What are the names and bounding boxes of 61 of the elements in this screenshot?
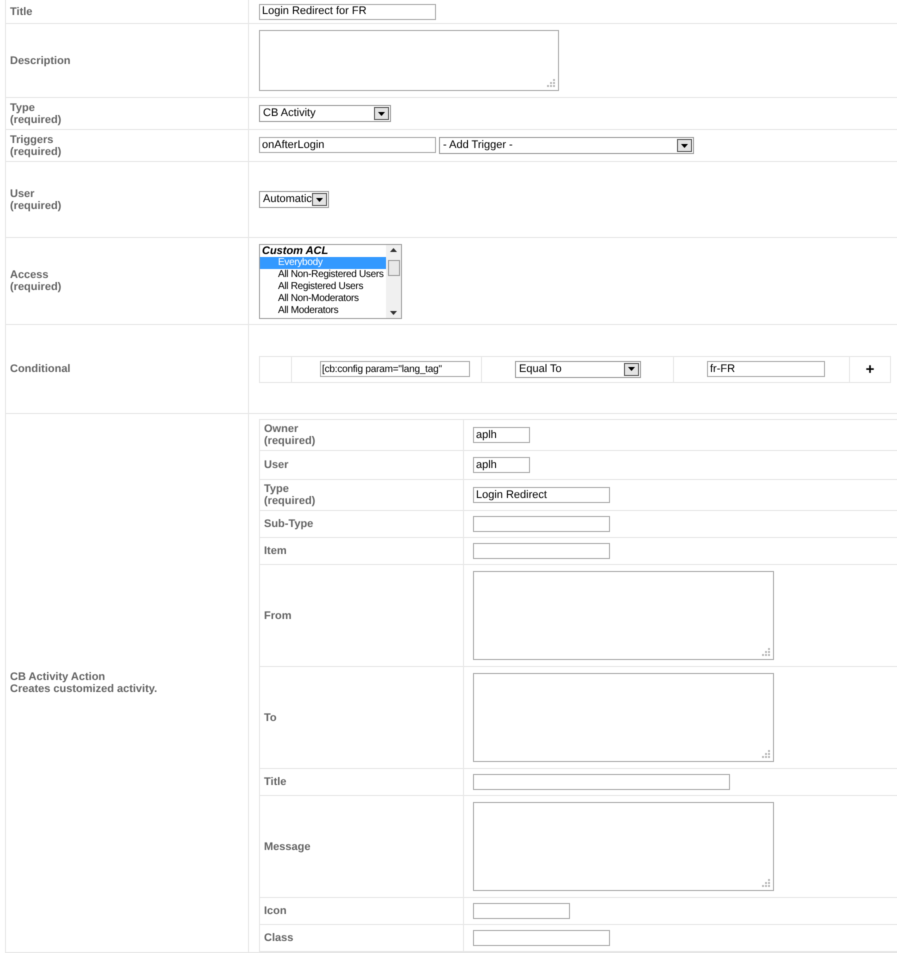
list-option[interactable]: All Registered Users — [260, 280, 386, 292]
text-field[interactable] — [473, 516, 610, 532]
list-box[interactable]: Custom ACL Everybody All Non-Registered Users All Registered Users All Non-Moderators All Moderators — [259, 244, 402, 318]
field-label: Conditional — [10, 363, 70, 375]
field-note: (required) — [264, 495, 316, 507]
scrollbar[interactable] — [386, 244, 401, 318]
resize-grip-icon — [762, 750, 771, 759]
field-label: Title — [264, 776, 286, 788]
text-area[interactable] — [473, 673, 774, 762]
text-field[interactable]: [cb:config param="lang_tag" — [320, 361, 470, 377]
add-condition-button[interactable]: + — [866, 362, 874, 376]
field-note: (required) — [10, 114, 62, 126]
field-note: (required) — [10, 200, 62, 212]
scroll-down-icon[interactable] — [390, 310, 397, 314]
list-group-heading: Custom ACL — [261, 244, 330, 256]
text-area[interactable] — [473, 802, 774, 891]
field-label: Title — [10, 6, 32, 18]
text-field[interactable]: aplh — [473, 457, 530, 473]
field-label: Sub-Type — [264, 518, 314, 530]
field-label: Class — [264, 932, 294, 944]
field-note: (required) — [10, 281, 62, 293]
field-label: Type — [264, 483, 290, 495]
text-field[interactable]: aplh — [473, 427, 530, 443]
field-label: To — [264, 712, 277, 724]
field-label: Description — [10, 54, 71, 66]
text-area[interactable] — [473, 571, 774, 660]
field-label: Icon — [264, 905, 287, 917]
list-option[interactable]: All Non-Moderators — [260, 292, 386, 304]
dropdown[interactable]: Equal To — [515, 360, 641, 378]
field-label: User — [264, 459, 288, 471]
text-field[interactable] — [473, 543, 610, 559]
resize-grip-icon — [762, 648, 771, 657]
dropdown[interactable]: Automatic — [259, 191, 329, 208]
text-field[interactable] — [473, 774, 730, 790]
field-label: From — [264, 610, 292, 622]
field-label: Triggers — [10, 134, 54, 146]
text-field[interactable]: Login Redirect — [473, 487, 610, 503]
field-label: Access — [10, 269, 50, 281]
field-label: Owner — [264, 423, 300, 435]
scroll-thumb[interactable] — [388, 260, 400, 276]
resize-grip-icon — [547, 79, 556, 88]
field-note: (required) — [10, 146, 62, 158]
field-note: Creates customized activity. — [10, 683, 158, 695]
field-note: (required) — [264, 435, 316, 447]
text-field[interactable]: Login Redirect for FR — [259, 4, 436, 20]
field-label: Message — [264, 840, 310, 852]
list-option[interactable]: All Non-Registered Users — [260, 268, 386, 280]
text-field[interactable] — [473, 930, 610, 946]
text-area[interactable] — [259, 30, 559, 91]
list-option[interactable]: All Moderators — [260, 304, 386, 316]
resize-grip-icon — [762, 879, 771, 888]
text-field[interactable]: fr-FR — [707, 361, 825, 377]
dropdown[interactable]: CB Activity — [259, 105, 391, 122]
field-label: User — [10, 188, 36, 200]
dropdown[interactable]: - Add Trigger - — [439, 137, 694, 154]
field-label: Type — [10, 102, 36, 114]
field-label: Item — [264, 545, 287, 557]
text-field[interactable]: onAfterLogin — [259, 137, 436, 153]
scroll-up-icon[interactable] — [390, 248, 397, 252]
text-field[interactable] — [473, 903, 570, 919]
field-label: CB Activity Action — [10, 671, 106, 683]
